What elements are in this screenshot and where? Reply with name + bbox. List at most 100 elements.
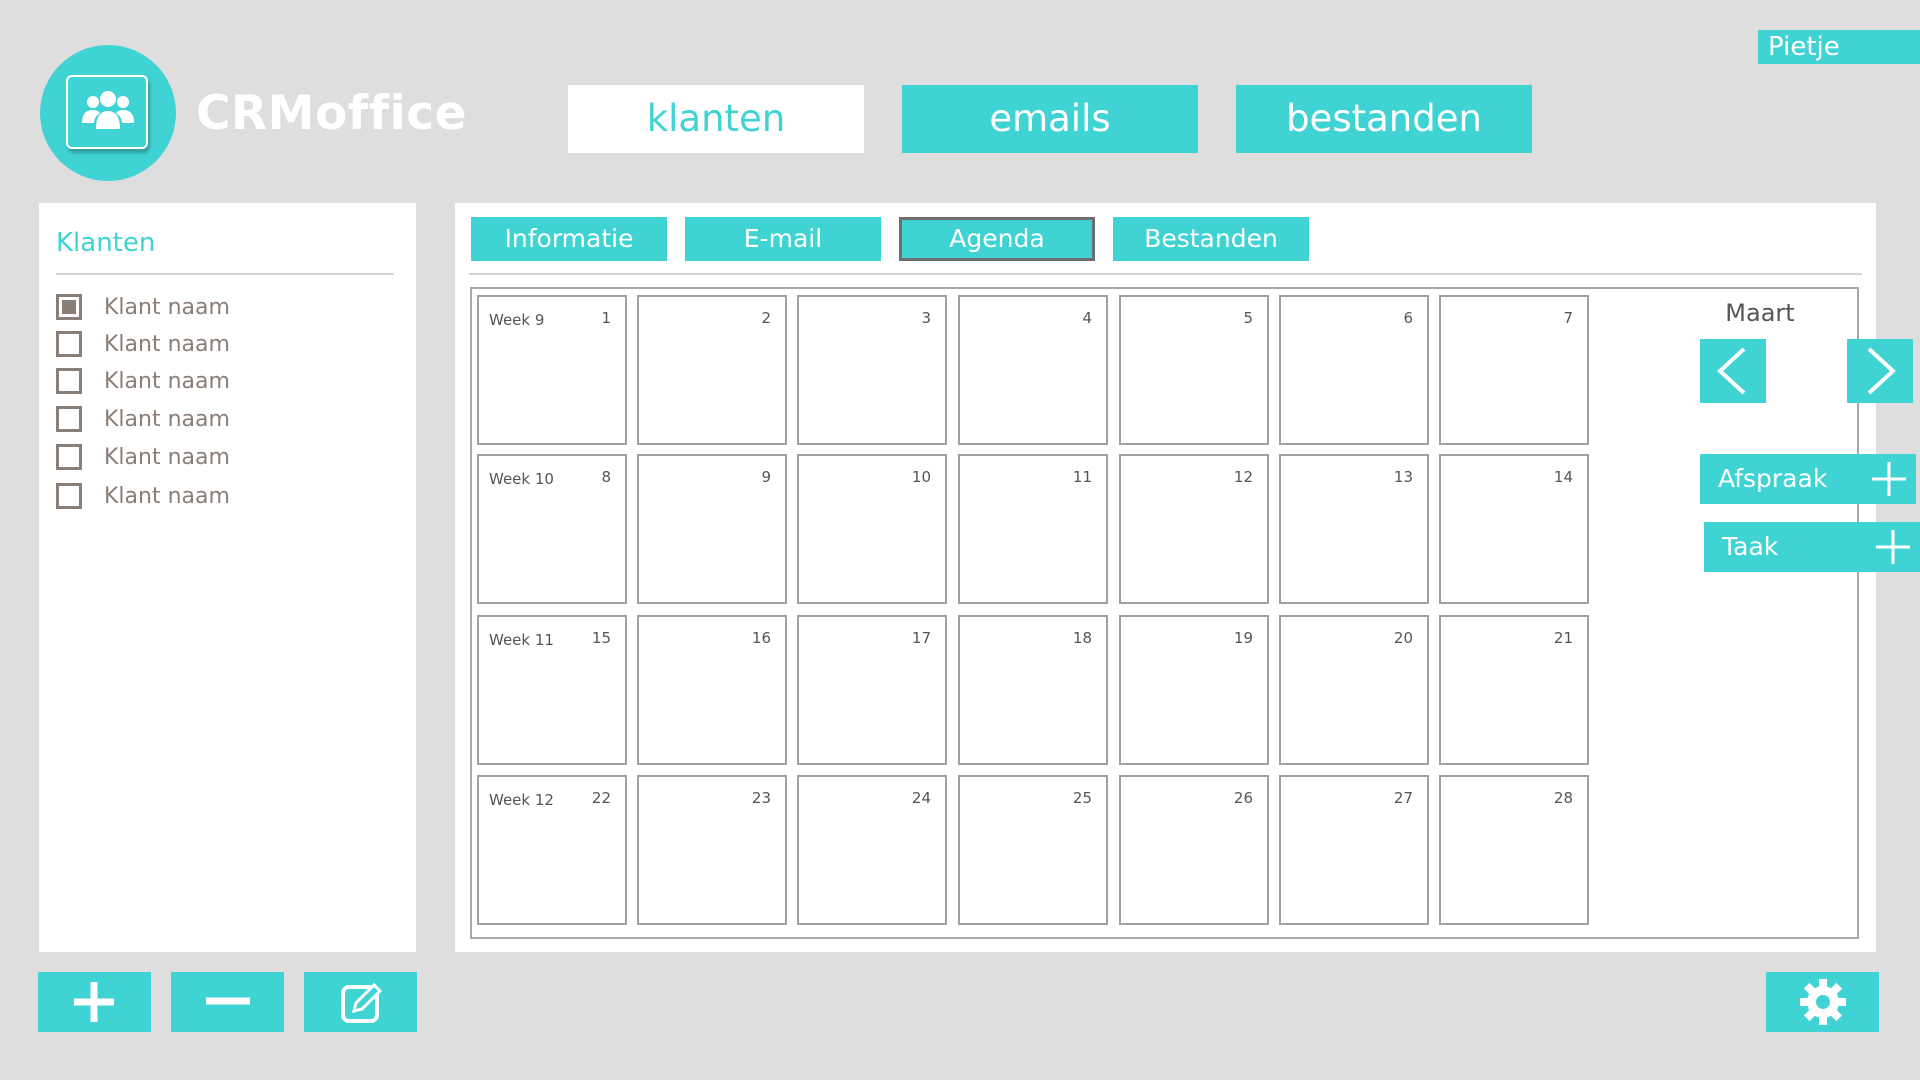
nav-klanten[interactable]: klanten [568,85,864,153]
add-task-button[interactable]: Taak [1704,522,1920,572]
day-cell[interactable]: 4 [958,295,1108,445]
tab-agenda[interactable]: Agenda [899,217,1095,261]
remove-client-button[interactable] [171,972,284,1032]
day-cell[interactable]: 18 [958,615,1108,765]
day-number: 17 [911,629,931,647]
nav-bestanden[interactable]: bestanden [1236,85,1532,153]
client-name: Klant naam [104,368,230,394]
client-item[interactable]: Klant naam [56,402,230,436]
day-number: 24 [911,789,931,807]
sidebar-title: Klanten [56,228,156,258]
day-number: 10 [911,468,931,486]
client-item[interactable]: Klant naam [56,479,230,513]
day-cell[interactable]: 6 [1279,295,1429,445]
day-cell[interactable]: Week 9 1 [477,295,627,445]
day-number: 23 [751,789,771,807]
week-label: Week 9 [489,311,545,329]
day-cell[interactable]: 21 [1439,615,1589,765]
client-checkbox[interactable] [56,368,82,394]
day-number: 5 [1243,309,1253,327]
day-number: 20 [1393,629,1413,647]
day-number: 26 [1233,789,1253,807]
nav-emails[interactable]: emails [902,85,1198,153]
day-cell[interactable]: 3 [797,295,947,445]
day-cell[interactable]: 14 [1439,454,1589,604]
day-cell[interactable]: 24 [797,775,947,925]
day-cell[interactable]: 27 [1279,775,1429,925]
day-number: 6 [1403,309,1413,327]
day-cell[interactable]: 20 [1279,615,1429,765]
settings-button[interactable] [1766,972,1879,1032]
day-number: 4 [1082,309,1092,327]
day-cell[interactable]: 17 [797,615,947,765]
day-number: 28 [1553,789,1573,807]
client-item[interactable]: Klant naam [56,327,230,361]
tab-divider [469,273,1862,275]
client-checkbox[interactable] [56,331,82,357]
day-number: 13 [1393,468,1413,486]
day-number: 14 [1553,468,1573,486]
day-number: 7 [1563,309,1573,327]
day-cell[interactable]: Week 10 8 [477,454,627,604]
day-number: 3 [921,309,931,327]
day-cell[interactable]: 26 [1119,775,1269,925]
tab-email[interactable]: E-mail [685,217,881,261]
day-number: 18 [1072,629,1092,647]
day-cell[interactable]: 9 [637,454,787,604]
next-month-button[interactable] [1847,339,1913,403]
plus-icon [1872,462,1906,496]
client-item[interactable]: Klant naam [56,364,230,398]
day-cell[interactable]: 11 [958,454,1108,604]
day-cell[interactable]: 7 [1439,295,1589,445]
add-appointment-button[interactable]: Afspraak [1700,454,1916,504]
calendar: Week 9 1 2 3 4 5 6 7 Week 10 8 9 10 11 12 13 14 Week 11 1… [470,287,1920,939]
day-cell[interactable]: Week 11 15 [477,615,627,765]
client-item[interactable]: Klant naam [56,290,230,324]
week-label: Week 11 [489,631,554,649]
client-checkbox[interactable] [56,483,82,509]
day-number: 22 [591,789,611,807]
day-cell[interactable]: 5 [1119,295,1269,445]
day-cell[interactable]: 25 [958,775,1108,925]
add-icon [74,982,114,1022]
tab-informatie[interactable]: Informatie [471,217,667,261]
day-number: 2 [761,309,771,327]
chevron-left-icon [1717,347,1746,395]
client-checkbox[interactable] [56,444,82,470]
client-checkbox[interactable] [56,406,82,432]
prev-month-button[interactable] [1700,339,1766,403]
chevron-right-icon [1867,347,1896,395]
plus-icon [1876,530,1910,564]
day-cell[interactable]: 13 [1279,454,1429,604]
add-client-button[interactable] [38,972,151,1032]
client-name: Klant naam [104,483,230,509]
app-logo [40,45,176,181]
day-cell[interactable]: 2 [637,295,787,445]
client-detail-panel: Informatie E-mail Agenda Bestanden Week … [455,203,1920,952]
day-cell[interactable]: 23 [637,775,787,925]
day-cell[interactable]: 16 [637,615,787,765]
day-cell[interactable]: 10 [797,454,947,604]
client-name: Klant naam [104,444,230,470]
app-name: CRMoffice [196,86,467,141]
tab-bestanden[interactable]: Bestanden [1113,217,1309,261]
month-label: Maart [1725,299,1795,327]
day-cell[interactable]: Week 12 22 [477,775,627,925]
day-cell[interactable]: 19 [1119,615,1269,765]
week-label: Week 12 [489,791,554,809]
day-number: 16 [751,629,771,647]
client-item[interactable]: Klant naam [56,440,230,474]
day-number: 9 [761,468,771,486]
day-cell[interactable]: 12 [1119,454,1269,604]
week-label: Week 10 [489,470,554,488]
client-name: Klant naam [104,331,230,357]
day-cell[interactable]: 28 [1439,775,1589,925]
client-checkbox[interactable] [56,294,82,320]
day-number: 19 [1233,629,1253,647]
day-number: 27 [1393,789,1413,807]
user-badge[interactable]: Pietje [1758,30,1920,64]
edit-icon [341,982,383,1023]
day-number: 11 [1072,468,1092,486]
remove-icon [206,997,250,1005]
edit-client-button[interactable] [304,972,417,1032]
